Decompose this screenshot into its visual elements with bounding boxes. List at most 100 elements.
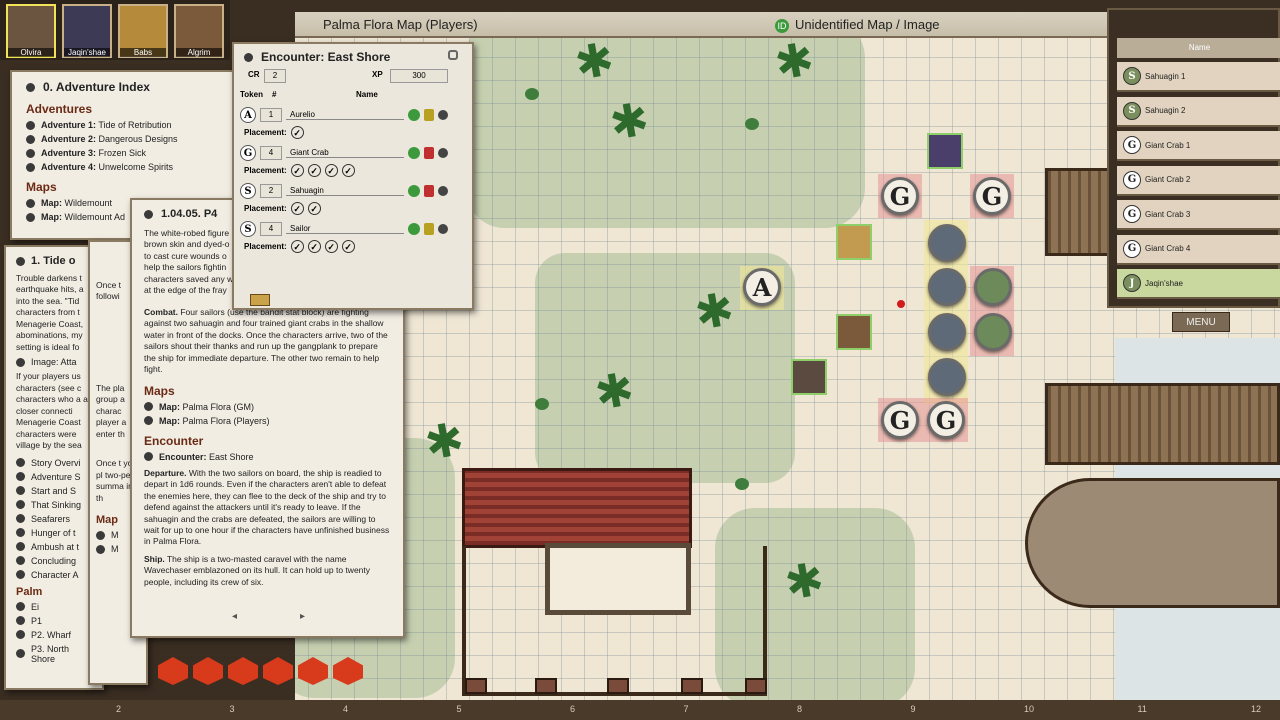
pc-token-babs[interactable]: [836, 224, 872, 260]
placement-check-icon[interactable]: ✓: [290, 202, 304, 215]
delete-icon[interactable]: [438, 148, 448, 158]
sailor-token[interactable]: [928, 268, 966, 306]
pc-token-olvira[interactable]: [791, 359, 827, 395]
tracker-row[interactable]: J Jaqin'shae: [1117, 269, 1280, 299]
npc-token-icon[interactable]: S: [240, 221, 256, 237]
story-link[interactable]: Seafarers: [16, 514, 92, 524]
npc-name-link[interactable]: Giant Crab: [286, 148, 404, 158]
delete-icon[interactable]: [438, 186, 448, 196]
map-link[interactable]: Map: Palma Flora (GM): [144, 402, 391, 412]
sailor-token[interactable]: [928, 224, 966, 262]
placement-check-icon[interactable]: ✓: [341, 164, 355, 177]
npc-token-icon[interactable]: S: [240, 183, 256, 199]
palm-link[interactable]: P1: [16, 616, 92, 626]
xp-field[interactable]: 300: [390, 69, 448, 83]
tracker-row[interactable]: G Giant Crab 1: [1117, 131, 1280, 161]
faction-icon[interactable]: [424, 147, 434, 159]
tracker-row[interactable]: G Giant Crab 4: [1117, 234, 1280, 265]
placement-check-icon[interactable]: ✓: [341, 240, 355, 253]
tracker-row[interactable]: G Giant Crab 2: [1117, 165, 1280, 196]
adventure-link[interactable]: Adventure 1: Tide of Retribution: [26, 120, 226, 130]
story-link[interactable]: Adventure S: [16, 472, 92, 482]
palm-link[interactable]: Ei: [16, 602, 92, 612]
count-field[interactable]: 4: [260, 146, 282, 160]
map-window-titlebar[interactable]: Palma Flora Map (Players) ID Unidentified…: [295, 12, 1107, 38]
faction-icon[interactable]: [424, 185, 434, 197]
portrait-babs[interactable]: Babs: [118, 4, 168, 58]
pc-token-jaqinshae[interactable]: [927, 133, 963, 169]
npc-name-link[interactable]: Aurelio: [286, 110, 404, 120]
combatant-name[interactable]: Giant Crab 4: [1145, 244, 1190, 253]
sailor-token[interactable]: [928, 358, 966, 396]
placement-check-icon[interactable]: ✓: [324, 240, 338, 253]
delete-icon[interactable]: [438, 110, 448, 120]
dice-d6-icon[interactable]: [193, 657, 223, 685]
count-field[interactable]: 1: [260, 108, 282, 122]
dice-d10-icon[interactable]: [263, 657, 293, 685]
sailor-token[interactable]: [928, 313, 966, 351]
dice-d8-icon[interactable]: [228, 657, 258, 685]
placement-check-icon[interactable]: ✓: [324, 164, 338, 177]
combatant-name[interactable]: Sahuagin 2: [1145, 106, 1185, 115]
story-link[interactable]: Start and S: [16, 486, 92, 496]
delete-icon[interactable]: [438, 224, 448, 234]
map-pin-icon[interactable]: [897, 300, 905, 308]
combatant-name[interactable]: Giant Crab 3: [1145, 210, 1190, 219]
faction-icon[interactable]: [424, 223, 434, 235]
palm-link[interactable]: P3. North Shore: [16, 644, 92, 664]
identified-icon[interactable]: [408, 223, 420, 235]
count-field[interactable]: 2: [260, 184, 282, 198]
story-link[interactable]: Hunger of t: [16, 528, 92, 538]
tracker-row[interactable]: S Sahuagin 1: [1117, 62, 1280, 92]
sahuagin-token[interactable]: [974, 313, 1012, 351]
story-link[interactable]: Character A: [16, 570, 92, 580]
placement-check-icon[interactable]: ✓: [290, 164, 304, 177]
identified-icon[interactable]: [408, 147, 420, 159]
giant-crab-token[interactable]: G: [973, 177, 1011, 215]
count-field[interactable]: 4: [260, 222, 282, 236]
adventure-link[interactable]: Adventure 2: Dangerous Designs: [26, 134, 226, 144]
sahuagin-token[interactable]: [974, 268, 1012, 306]
cr-field[interactable]: 2: [264, 69, 286, 83]
giant-crab-token[interactable]: G: [881, 401, 919, 439]
story-link[interactable]: That Sinking: [16, 500, 92, 510]
portrait-olvira[interactable]: Olvira: [6, 4, 56, 58]
npc-name-link[interactable]: Sailor: [286, 224, 404, 234]
npc-token-icon[interactable]: G: [240, 145, 256, 161]
combatant-name[interactable]: Giant Crab 1: [1145, 141, 1190, 150]
adventure-link[interactable]: Adventure 3: Frozen Sick: [26, 148, 226, 158]
aurelio-token[interactable]: A: [743, 268, 781, 306]
story-link[interactable]: Concluding: [16, 556, 92, 566]
map-link[interactable]: Map: Palma Flora (Players): [144, 416, 391, 426]
lock-icon[interactable]: [448, 50, 458, 60]
menu-button[interactable]: MENU: [1172, 312, 1230, 332]
encounter-window[interactable]: Encounter: East Shore CR 2 XP 300 Token …: [232, 42, 474, 310]
palm-link[interactable]: P2. Wharf: [16, 630, 92, 640]
image-link[interactable]: Image: Atta: [16, 357, 92, 367]
combat-tracker[interactable]: Name S Sahuagin 1 S Sahuagin 2 G Giant Crab 1…: [1107, 8, 1280, 308]
placement-check-icon[interactable]: ✓: [290, 240, 304, 253]
portrait-algrim[interactable]: Algrim: [174, 4, 224, 58]
combatant-name[interactable]: Giant Crab 2: [1145, 175, 1190, 184]
placement-check-icon[interactable]: ✓: [307, 202, 321, 215]
portrait-jaqinshae[interactable]: Jaqin'shae: [62, 4, 112, 58]
placement-check-icon[interactable]: ✓: [290, 126, 304, 139]
envelope-icon[interactable]: [250, 294, 270, 306]
dice-d4-icon[interactable]: [158, 657, 188, 685]
story-link[interactable]: Ambush at t: [16, 542, 92, 552]
adventure-link[interactable]: Adventure 4: Unwelcome Spirits: [26, 162, 226, 172]
giant-crab-token[interactable]: G: [927, 401, 965, 439]
npc-token-icon[interactable]: A: [240, 107, 256, 123]
story-link[interactable]: Story Overvi: [16, 458, 92, 468]
next-page-button[interactable]: ▸: [300, 611, 305, 622]
placement-check-icon[interactable]: ✓: [307, 240, 321, 253]
encounter-link[interactable]: Encounter: East Shore: [144, 452, 391, 462]
pc-token-algrim[interactable]: [836, 314, 872, 350]
npc-name-link[interactable]: Sahuagin: [286, 186, 404, 196]
prev-page-button[interactable]: ◂: [232, 611, 237, 622]
tracker-row[interactable]: G Giant Crab 3: [1117, 200, 1280, 230]
placement-check-icon[interactable]: ✓: [307, 164, 321, 177]
combatant-name[interactable]: Sahuagin 1: [1145, 72, 1185, 81]
combatant-name[interactable]: Jaqin'shae: [1145, 279, 1183, 288]
identified-icon[interactable]: [408, 185, 420, 197]
